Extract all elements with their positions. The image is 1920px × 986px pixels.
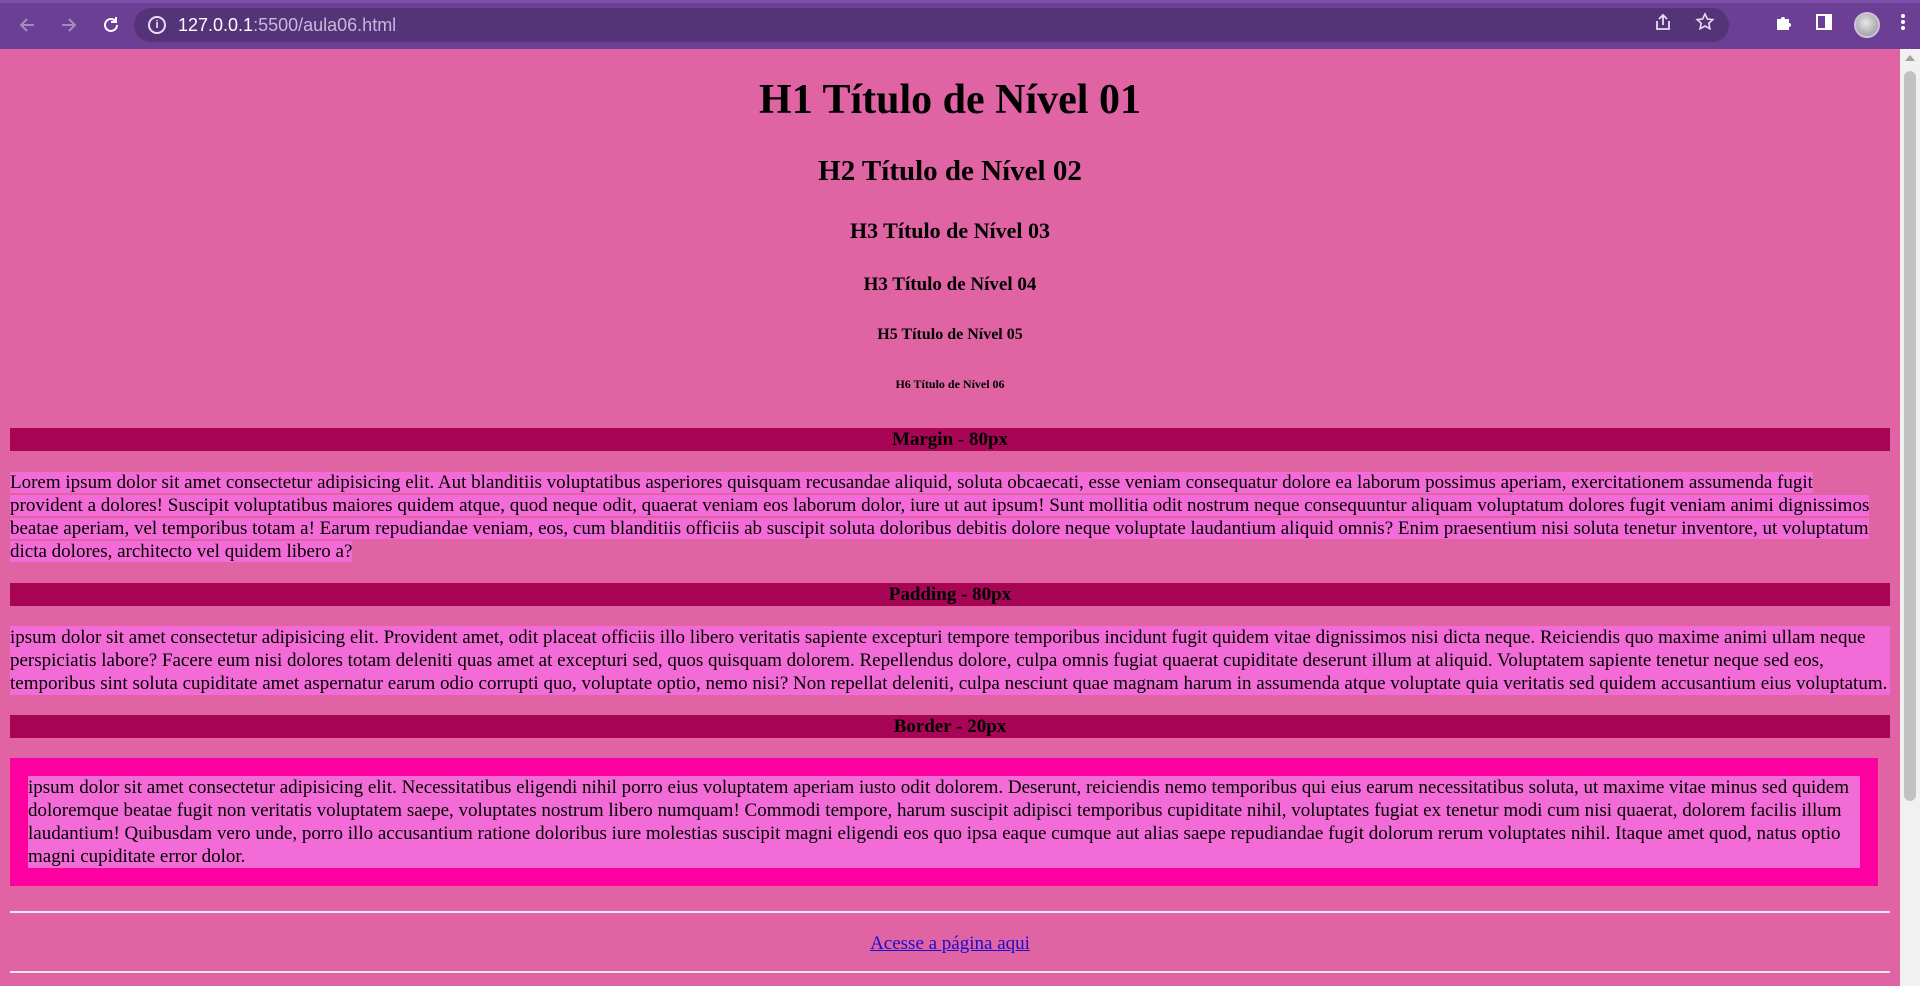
- url-host: 127.0.0.1: [178, 14, 254, 35]
- vertical-scrollbar[interactable]: [1900, 49, 1920, 986]
- scrollbar-thumb[interactable]: [1904, 71, 1916, 801]
- heading-h6: H6 Título de Nível 06: [895, 377, 1005, 391]
- scroll-up-icon[interactable]: [1905, 55, 1915, 61]
- url-path: :5500/aula06.html: [253, 14, 397, 35]
- bordered-box: ipsum dolor sit amet consectetur adipisi…: [10, 758, 1878, 886]
- divider: [10, 911, 1890, 913]
- paragraph-margin-text: Lorem ipsum dolor sit amet consectetur a…: [10, 472, 1870, 562]
- divider-bottom: [10, 971, 1890, 973]
- section-title-border: Border - 20px: [10, 715, 1890, 738]
- kebab-menu-icon[interactable]: [1900, 12, 1906, 38]
- address-bar-actions: [1653, 8, 1715, 42]
- toolbar-right: [1774, 0, 1906, 49]
- avatar[interactable]: [1854, 11, 1880, 38]
- browser-toolbar: i 127.0.0.1:5500/aula06.html: [0, 0, 1920, 49]
- paragraph-padding: ipsum dolor sit amet consectetur adipisi…: [10, 626, 1890, 695]
- address-bar[interactable]: i 127.0.0.1:5500/aula06.html: [134, 8, 1729, 42]
- heading-h1: H1 Título de Nível 01: [759, 77, 1141, 123]
- paragraph-margin: Lorem ipsum dolor sit amet consectetur a…: [10, 471, 1890, 563]
- link-row: Acesse a página aqui: [10, 933, 1890, 955]
- section-title-margin: Margin - 80px: [10, 428, 1890, 451]
- heading-h2: H2 Título de Nível 02: [818, 155, 1082, 187]
- page-viewport: H1 Título de Nível 01 H2 Título de Nível…: [0, 49, 1900, 986]
- reload-icon[interactable]: [96, 10, 126, 40]
- tab-strip-edge: [0, 0, 1920, 3]
- section-title-padding: Padding - 80px: [10, 583, 1890, 606]
- side-panel-icon[interactable]: [1814, 12, 1834, 38]
- paragraph-border: ipsum dolor sit amet consectetur adipisi…: [28, 777, 1849, 867]
- page-link[interactable]: Acesse a página aqui: [870, 933, 1030, 954]
- page-content: H1 Título de Nível 01 H2 Título de Nível…: [0, 49, 1900, 973]
- heading-h4: H3 Título de Nível 04: [863, 274, 1037, 295]
- heading-h5: H5 Título de Nível 05: [877, 326, 1023, 343]
- arrow-right-icon[interactable]: [54, 10, 84, 40]
- star-icon[interactable]: [1695, 12, 1715, 38]
- puzzle-icon[interactable]: [1774, 12, 1794, 38]
- share-icon[interactable]: [1653, 12, 1673, 38]
- heading-h3: H3 Título de Nível 03: [849, 218, 1051, 243]
- info-icon[interactable]: i: [148, 16, 166, 34]
- arrow-left-icon[interactable]: [12, 10, 42, 40]
